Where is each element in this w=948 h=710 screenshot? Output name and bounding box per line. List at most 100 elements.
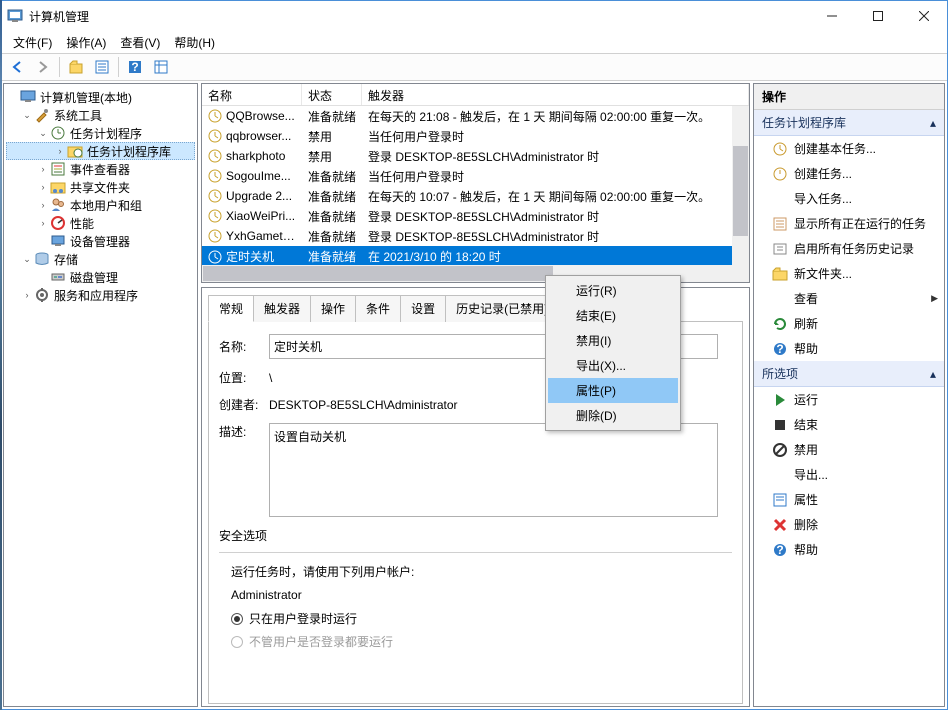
properties-button[interactable] xyxy=(90,55,114,79)
action-refresh[interactable]: 刷新 xyxy=(754,311,944,336)
tree-event-viewer[interactable]: › 事件查看器 xyxy=(6,160,195,178)
vertical-scrollbar[interactable] xyxy=(732,106,749,265)
collapse-icon[interactable]: ⌄ xyxy=(20,110,34,121)
expand-icon[interactable]: › xyxy=(36,164,50,174)
storage-icon xyxy=(34,251,50,267)
help-button[interactable]: ? xyxy=(123,55,147,79)
tree-local-users[interactable]: › 本地用户和组 xyxy=(6,196,195,214)
action-help[interactable]: ?帮助 xyxy=(754,336,944,361)
action-enable-history[interactable]: 启用所有任务历史记录 xyxy=(754,236,944,261)
tree-device-manager[interactable]: 设备管理器 xyxy=(6,232,195,250)
tree-services-apps[interactable]: › 服务和应用程序 xyxy=(6,286,195,304)
menu-help[interactable]: 帮助(H) xyxy=(168,32,221,53)
tree-system-tools[interactable]: ⌄ 系统工具 xyxy=(6,106,195,124)
up-button[interactable] xyxy=(64,55,88,79)
description-field[interactable]: 设置自动关机 xyxy=(269,423,718,517)
collapse-icon[interactable]: ▴ xyxy=(930,116,936,130)
tab-history[interactable]: 历史记录(已禁用) xyxy=(445,295,559,322)
action-delete[interactable]: 删除 xyxy=(754,512,944,537)
help-icon: ? xyxy=(772,341,788,357)
task-row[interactable]: qqbrowser...禁用当任何用户登录时 xyxy=(202,126,749,146)
action-view[interactable]: 查看▶ xyxy=(754,286,944,311)
navigation-tree[interactable]: 计算机管理(本地) ⌄ 系统工具 ⌄ 任务计划程序 › 任务计划程序库 › 事件… xyxy=(3,83,198,707)
action-disable[interactable]: 禁用 xyxy=(754,437,944,462)
action-create-basic-task[interactable]: 创建基本任务... xyxy=(754,136,944,161)
clock-icon xyxy=(208,250,222,264)
tab-settings[interactable]: 设置 xyxy=(400,295,446,322)
collapse-icon[interactable]: ⌄ xyxy=(36,128,50,139)
tab-triggers[interactable]: 触发器 xyxy=(253,295,311,322)
action-show-running[interactable]: 显示所有正在运行的任务 xyxy=(754,211,944,236)
action-import-task[interactable]: 导入任务... xyxy=(754,186,944,211)
task-row[interactable]: Upgrade 2...准备就绪在每天的 10:07 - 触发后，在 1 天 期… xyxy=(202,186,749,206)
refresh-icon xyxy=(772,316,788,332)
task-row[interactable]: YxhGametray准备就绪登录 DESKTOP-8E5SLCH\Admini… xyxy=(202,226,749,246)
task-row[interactable]: QQBrowse...准备就绪在每天的 21:08 - 触发后，在 1 天 期间… xyxy=(202,106,749,126)
tree-label: 计算机管理(本地) xyxy=(40,89,132,106)
column-trigger[interactable]: 触发器 xyxy=(362,84,749,105)
context-run[interactable]: 运行(R) xyxy=(548,278,678,303)
radio-logged-on[interactable]: 只在用户登录时运行 xyxy=(231,610,732,627)
collapse-icon[interactable]: ⌄ xyxy=(20,254,34,265)
tree-disk-management[interactable]: 磁盘管理 xyxy=(6,268,195,286)
clock-icon xyxy=(208,209,222,223)
tree-task-scheduler[interactable]: ⌄ 任务计划程序 xyxy=(6,124,195,142)
back-button[interactable] xyxy=(5,55,29,79)
list-button[interactable] xyxy=(149,55,173,79)
shared-folder-icon xyxy=(50,179,66,195)
action-run[interactable]: 运行 xyxy=(754,387,944,412)
action-create-task[interactable]: 创建任务... xyxy=(754,161,944,186)
action-end[interactable]: 结束 xyxy=(754,412,944,437)
task-list[interactable]: 名称 状态 触发器 QQBrowse...准备就绪在每天的 21:08 - 触发… xyxy=(201,83,750,283)
creator-value: DESKTOP-8E5SLCH\Administrator xyxy=(269,398,458,412)
description-label: 描述: xyxy=(219,423,269,440)
close-button[interactable] xyxy=(901,1,947,31)
tab-actions[interactable]: 操作 xyxy=(310,295,356,322)
tab-conditions[interactable]: 条件 xyxy=(355,295,401,322)
task-row[interactable]: XiaoWeiPri...准备就绪登录 DESKTOP-8E5SLCH\Admi… xyxy=(202,206,749,226)
expand-icon[interactable]: › xyxy=(20,290,34,300)
task-row[interactable]: 定时关机准备就绪在 2021/3/10 的 18:20 时 xyxy=(202,246,749,265)
actions-section-library[interactable]: 任务计划程序库 ▴ xyxy=(754,110,944,136)
radio-whether-logged[interactable]: 不管用户是否登录都要运行 xyxy=(231,633,732,650)
actions-section-selected[interactable]: 所选项 ▴ xyxy=(754,361,944,387)
forward-button[interactable] xyxy=(31,55,55,79)
minimize-button[interactable] xyxy=(809,1,855,31)
menu-action[interactable]: 操作(A) xyxy=(60,32,112,53)
task-row[interactable]: SogouIme...准备就绪当任何用户登录时 xyxy=(202,166,749,186)
actions-pane: 操作 任务计划程序库 ▴ 创建基本任务... 创建任务... 导入任务... 显… xyxy=(753,83,945,707)
radio-icon xyxy=(231,636,243,648)
tree-performance[interactable]: › 性能 xyxy=(6,214,195,232)
clock-icon xyxy=(208,129,222,143)
scrollbar-thumb[interactable] xyxy=(733,146,748,236)
action-new-folder[interactable]: 新文件夹... xyxy=(754,261,944,286)
expand-icon[interactable]: › xyxy=(36,218,50,228)
expand-icon[interactable]: › xyxy=(53,146,67,156)
action-help-selected[interactable]: ?帮助 xyxy=(754,537,944,562)
context-delete[interactable]: 删除(D) xyxy=(548,403,678,428)
task-name-cell: QQBrowse... xyxy=(202,109,302,124)
tree-root[interactable]: 计算机管理(本地) xyxy=(6,88,195,106)
tree-task-library[interactable]: › 任务计划程序库 xyxy=(6,142,195,160)
action-properties[interactable]: 属性 xyxy=(754,487,944,512)
scrollbar-thumb[interactable] xyxy=(203,266,553,281)
actions-scroll[interactable]: 任务计划程序库 ▴ 创建基本任务... 创建任务... 导入任务... 显示所有… xyxy=(754,110,944,706)
tree-shared-folders[interactable]: › 共享文件夹 xyxy=(6,178,195,196)
context-end[interactable]: 结束(E) xyxy=(548,303,678,328)
context-export[interactable]: 导出(X)... xyxy=(548,353,678,378)
column-name[interactable]: 名称 xyxy=(202,84,302,105)
menu-view[interactable]: 查看(V) xyxy=(114,32,166,53)
context-properties[interactable]: 属性(P) xyxy=(548,378,678,403)
column-state[interactable]: 状态 xyxy=(302,84,362,105)
tree-storage[interactable]: ⌄ 存储 xyxy=(6,250,195,268)
action-export[interactable]: 导出... xyxy=(754,462,944,487)
menu-file[interactable]: 文件(F) xyxy=(7,32,58,53)
expand-icon[interactable]: › xyxy=(36,200,50,210)
task-name-cell: XiaoWeiPri... xyxy=(202,209,302,224)
context-disable[interactable]: 禁用(I) xyxy=(548,328,678,353)
expand-icon[interactable]: › xyxy=(36,182,50,192)
collapse-icon[interactable]: ▴ xyxy=(930,367,936,381)
task-row[interactable]: sharkphoto禁用登录 DESKTOP-8E5SLCH\Administr… xyxy=(202,146,749,166)
tab-general[interactable]: 常规 xyxy=(208,295,254,322)
maximize-button[interactable] xyxy=(855,1,901,31)
